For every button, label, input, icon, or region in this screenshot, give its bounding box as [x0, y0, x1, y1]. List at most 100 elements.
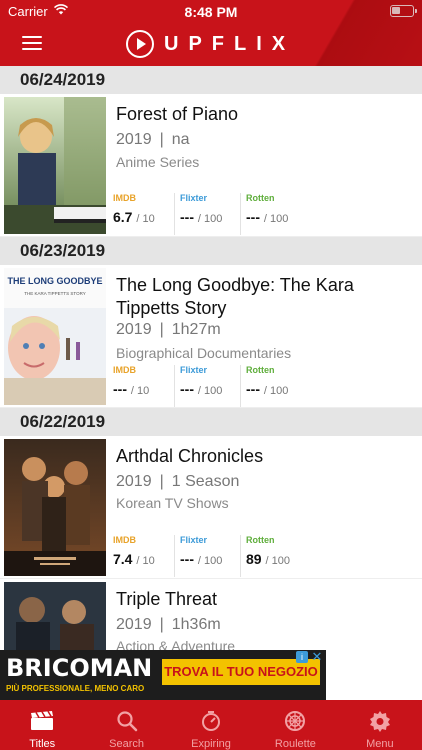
- play-icon: [126, 30, 154, 58]
- imdb-value: ---: [113, 381, 127, 397]
- title-row-the-long-goodbye[interactable]: THE LONG GOODBYE THE KARA TIPPETTS STORY…: [0, 265, 422, 408]
- imdb-label: IMDB: [113, 193, 136, 203]
- ad-close-icon[interactable]: ✕: [310, 650, 324, 664]
- title-text: The Long Goodbye: The Kara Tippetts Stor…: [116, 275, 354, 318]
- poster-title: THE LONG GOODBYE: [7, 276, 102, 286]
- flixter-label: Flixter: [180, 193, 208, 203]
- duration-text: 1h36m: [171, 616, 221, 633]
- rotten-value: 89: [246, 551, 262, 567]
- ad-info-icon[interactable]: i: [296, 651, 308, 663]
- rotten-denominator: / 100: [263, 385, 289, 397]
- poster-image: [4, 97, 106, 234]
- roulette-wheel-icon: [253, 708, 337, 734]
- status-bar: Carrier 8:48 PM: [0, 0, 422, 22]
- logo-text: UPFLIX: [164, 32, 296, 55]
- battery-icon: [390, 5, 417, 17]
- imdb-value: 6.7: [113, 209, 133, 225]
- hamburger-menu-button[interactable]: [22, 36, 42, 52]
- date-header: 06/23/2019: [0, 237, 422, 265]
- flixter-rating: Flixter --- / 100: [174, 365, 240, 407]
- ad-cta-button[interactable]: TROVA IL TUO NEGOZIO: [162, 659, 320, 685]
- tab-label: Menu: [366, 738, 394, 750]
- imdb-denominator: / 10: [136, 213, 155, 225]
- titles-list[interactable]: 06/24/2019 Forest of Piano 2019 | na Anime…: [0, 66, 422, 700]
- ratings-block: IMDB --- / 10 Flixter --- / 100 Rotten -…: [108, 365, 422, 407]
- duration-text: 1 Season: [171, 473, 240, 490]
- tab-label: Roulette: [274, 738, 316, 750]
- flixter-rating: Flixter --- / 100: [174, 193, 240, 235]
- flixter-value: ---: [180, 551, 194, 567]
- imdb-rating: IMDB --- / 10: [108, 365, 174, 407]
- tab-label: Expiring: [191, 738, 231, 750]
- flixter-denominator: / 100: [197, 385, 223, 397]
- flixter-value: ---: [180, 209, 194, 225]
- flixter-rating: Flixter --- / 100: [174, 535, 240, 577]
- date-header: 06/22/2019: [0, 408, 422, 436]
- title-text: Triple Threat: [116, 589, 218, 609]
- hamburger-line: [22, 42, 42, 44]
- tab-titles[interactable]: Titles: [0, 700, 84, 750]
- tab-label: Titles: [29, 738, 56, 750]
- status-time: 8:48 PM: [184, 4, 238, 20]
- imdb-denominator: / 10: [136, 555, 155, 567]
- title-meta: 2019 | na: [116, 131, 190, 148]
- year-text: 2019: [116, 473, 152, 490]
- date-header: 06/24/2019: [0, 66, 422, 94]
- genre-text: Korean TV Shows: [116, 495, 229, 511]
- ratings-block: IMDB 6.7 / 10 Flixter --- / 100 Rotten -…: [108, 193, 422, 235]
- imdb-value: 7.4: [113, 551, 133, 567]
- rotten-rating: Rotten --- / 100: [240, 365, 306, 407]
- title-text: Forest of Piano: [116, 104, 239, 124]
- imdb-denominator: / 10: [130, 385, 150, 397]
- year-text: 2019: [116, 616, 152, 633]
- poster-subtitle: THE KARA TIPPETTS STORY: [24, 291, 86, 296]
- imdb-rating: IMDB 7.4 / 10: [108, 535, 174, 577]
- tab-roulette[interactable]: Roulette: [253, 700, 337, 750]
- year-text: 2019: [116, 321, 152, 338]
- flixter-label: Flixter: [180, 365, 208, 375]
- hamburger-line: [22, 48, 42, 50]
- title-row-arthdal-chronicles[interactable]: Arthdal Chronicles 2019 | 1 Season Korean …: [0, 436, 422, 579]
- poster-image: THE LONG GOODBYE THE KARA TIPPETTS STORY: [4, 268, 106, 405]
- rotten-label: Rotten: [246, 535, 275, 545]
- clapperboard-icon: [0, 708, 84, 734]
- flixter-value: ---: [180, 381, 194, 397]
- title-row-forest-of-piano[interactable]: Forest of Piano 2019 | na Anime Series IMD…: [0, 94, 422, 237]
- genre-text: Biographical Documentaries: [116, 345, 292, 361]
- imdb-rating: IMDB 6.7 / 10: [108, 193, 174, 235]
- year-text: 2019: [116, 131, 152, 148]
- rotten-value: ---: [246, 209, 260, 225]
- rotten-rating: Rotten 89 / 100: [240, 535, 306, 577]
- ad-banner[interactable]: BRICOMAN PIÙ PROFESSIONALE, MENO CARO TR…: [0, 650, 326, 700]
- title-meta: 2019 | 1h27m: [116, 321, 221, 338]
- tab-expiring[interactable]: Expiring: [169, 700, 253, 750]
- tab-bar: Titles Search Expiring Roulette Menu: [0, 700, 422, 750]
- ad-tagline: PIÙ PROFESSIONALE, MENO CARO: [6, 684, 145, 693]
- tab-menu[interactable]: Menu: [338, 700, 422, 750]
- flixter-denominator: / 100: [197, 213, 223, 225]
- rotten-denominator: / 100: [265, 555, 290, 567]
- title-text: Arthdal Chronicles: [116, 446, 264, 466]
- rotten-denominator: / 100: [263, 213, 289, 225]
- hamburger-line: [22, 36, 42, 38]
- flixter-denominator: / 100: [197, 555, 223, 567]
- tab-label: Search: [109, 738, 145, 750]
- title-meta: 2019 | 1h36m: [116, 616, 221, 633]
- app-logo: UPFLIX: [126, 29, 295, 59]
- rotten-value: ---: [246, 381, 260, 397]
- genre-text: Anime Series: [116, 154, 200, 170]
- title-meta: 2019 | 1 Season: [116, 473, 240, 490]
- imdb-label: IMDB: [113, 535, 136, 545]
- ratings-block: IMDB 7.4 / 10 Flixter --- / 100 Rotten 8…: [108, 535, 422, 577]
- ad-brand: BRICOMAN: [6, 654, 153, 682]
- gear-icon: [338, 708, 422, 734]
- imdb-label: IMDB: [113, 365, 136, 375]
- duration-text: 1h27m: [171, 321, 221, 338]
- rotten-rating: Rotten --- / 100: [240, 193, 306, 235]
- flixter-label: Flixter: [180, 535, 208, 545]
- app-header: Carrier 8:48 PM UPFLIX: [0, 0, 422, 66]
- search-icon: [84, 708, 168, 734]
- tab-search[interactable]: Search: [84, 700, 168, 750]
- timer-icon: [169, 708, 253, 734]
- rotten-label: Rotten: [246, 365, 275, 375]
